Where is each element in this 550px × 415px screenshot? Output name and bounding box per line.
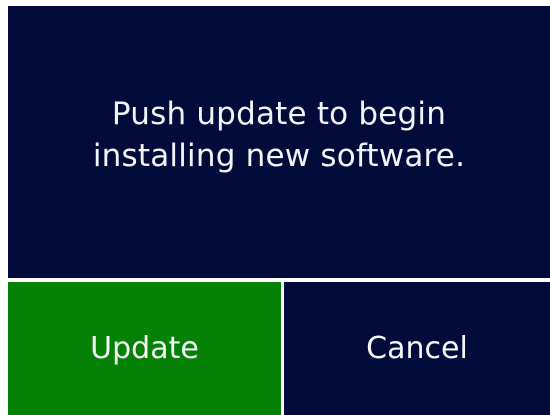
message-text: Push update to begin installing new soft… bbox=[69, 93, 489, 177]
update-button-label: Update bbox=[90, 331, 199, 366]
update-button[interactable]: Update bbox=[8, 282, 281, 415]
message-panel: Push update to begin installing new soft… bbox=[8, 6, 550, 278]
message-line-2: installing new software. bbox=[92, 138, 466, 174]
message-line-1: Push update to begin bbox=[111, 96, 447, 132]
cancel-button-label: Cancel bbox=[366, 331, 468, 366]
update-dialog-screen: Push update to begin installing new soft… bbox=[0, 0, 550, 415]
cancel-button[interactable]: Cancel bbox=[284, 282, 550, 415]
